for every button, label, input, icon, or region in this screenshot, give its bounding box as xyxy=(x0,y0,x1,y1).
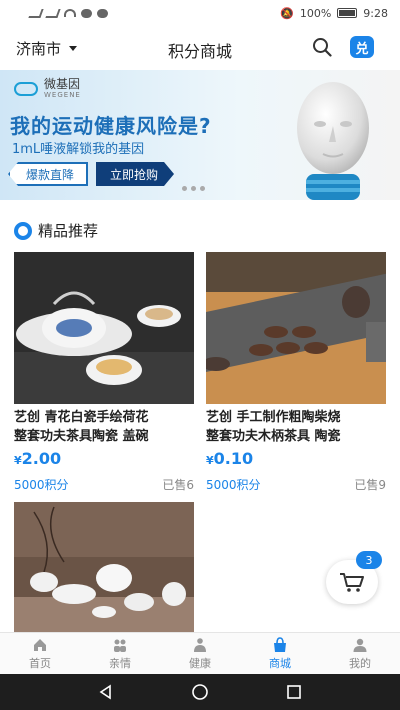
cart-count-badge: 3 xyxy=(356,551,382,569)
search-icon[interactable] xyxy=(312,37,332,57)
teaset-blue-white-image xyxy=(14,252,194,404)
bottom-tab-bar: 首页 亲情 健康 商城 我的 xyxy=(0,632,400,674)
product-image[interactable] xyxy=(206,252,386,404)
tab-label: 商城 xyxy=(269,656,291,670)
product-name-line2: 整套功夫茶具陶瓷 盖碗 xyxy=(14,429,149,444)
product-image[interactable] xyxy=(14,252,194,404)
logo-name-cn: 微基因 xyxy=(44,77,81,91)
message-icon xyxy=(97,8,108,18)
section-title: 精品推荐 xyxy=(38,222,99,240)
signal-icon xyxy=(28,8,44,18)
product-card[interactable]: 艺创 青花白瓷手绘荷花 整套功夫茶具陶瓷 盖碗 ¥2.00 5000积分 已售6 xyxy=(14,252,194,493)
product-name-line1: 艺创 青花白瓷手绘荷花 xyxy=(14,410,149,425)
recents-icon[interactable] xyxy=(286,684,302,700)
banner-subline: 1mL唾液解锁我的基因 xyxy=(12,142,145,157)
product-name-line1: 艺创 手工制作粗陶柴烧 xyxy=(206,410,341,425)
wifi-icon xyxy=(64,9,76,17)
tab-health[interactable]: 健康 xyxy=(160,633,240,674)
product-card[interactable]: 艺创 手工制作粗陶柴烧 整套功夫木柄茶具 陶瓷 ¥0.10 5000积分 已售9 xyxy=(206,252,386,493)
signal-icon-2 xyxy=(45,8,61,18)
battery-icon xyxy=(337,8,358,18)
system-nav-bar xyxy=(0,674,400,710)
tab-home[interactable]: 首页 xyxy=(0,633,80,674)
mute-icon: 🔕 xyxy=(280,6,294,20)
tab-family[interactable]: 亲情 xyxy=(80,633,160,674)
status-icons xyxy=(28,8,108,18)
product-price: ¥0.10 xyxy=(206,449,254,468)
tab-shop[interactable]: 商城 xyxy=(240,633,320,674)
product-image[interactable] xyxy=(14,502,194,632)
tab-label: 健康 xyxy=(189,656,211,670)
product-price: ¥2.00 xyxy=(14,449,62,468)
shop-icon xyxy=(274,636,286,652)
teaset-clay-image xyxy=(206,252,386,404)
tab-profile[interactable]: 我的 xyxy=(320,633,400,674)
carousel-dot xyxy=(182,186,187,191)
product-card[interactable] xyxy=(14,502,194,632)
product-points: 5000积分 xyxy=(206,478,261,492)
product-name-line2: 整套功夫木柄茶具 陶瓷 xyxy=(206,429,341,444)
section-icon xyxy=(14,221,32,240)
carousel-indicator xyxy=(182,186,205,191)
section-header: 精品推荐 xyxy=(14,220,98,241)
product-points: 5000积分 xyxy=(14,478,69,492)
clock: 9:28 xyxy=(363,6,388,20)
product-sold: 已售6 xyxy=(162,478,194,492)
health-icon xyxy=(194,637,206,652)
battery-percent: 100% xyxy=(299,6,332,20)
carousel-dot xyxy=(200,186,205,191)
brand-logo: 微基因 WEGENE xyxy=(14,78,81,99)
exchange-button[interactable]: 兑 xyxy=(350,36,374,58)
logo-name-en: WEGENE xyxy=(44,91,81,99)
notification-icon xyxy=(81,8,92,18)
profile-icon xyxy=(353,638,367,652)
home-circle-icon[interactable] xyxy=(191,683,209,701)
tab-label: 亲情 xyxy=(109,656,131,670)
hot-deal-tag: 爆款直降 xyxy=(8,162,89,186)
teaset-white-image xyxy=(14,502,194,632)
tab-label: 我的 xyxy=(349,656,371,670)
logo-mark-icon xyxy=(14,81,38,96)
home-icon xyxy=(34,638,46,651)
product-sold: 已售9 xyxy=(354,478,386,492)
tab-label: 首页 xyxy=(29,656,51,670)
mannequin-head-image xyxy=(297,82,369,200)
header: 济南市 积分商城 兑 xyxy=(0,26,400,70)
buy-now-button[interactable]: 立即抢购 xyxy=(96,162,174,186)
promo-banner[interactable]: 微基因 WEGENE 我的运动健康风险是? 1mL唾液解锁我的基因 爆款直降 立… xyxy=(0,70,400,200)
back-icon[interactable] xyxy=(98,684,114,700)
banner-headline: 我的运动健康风险是? xyxy=(10,114,212,138)
family-icon xyxy=(114,639,126,652)
cart-icon xyxy=(340,573,364,592)
carousel-dot xyxy=(191,186,196,191)
page-title: 积分商城 xyxy=(167,42,232,61)
status-bar: 🔕 100% 9:28 xyxy=(0,0,400,26)
